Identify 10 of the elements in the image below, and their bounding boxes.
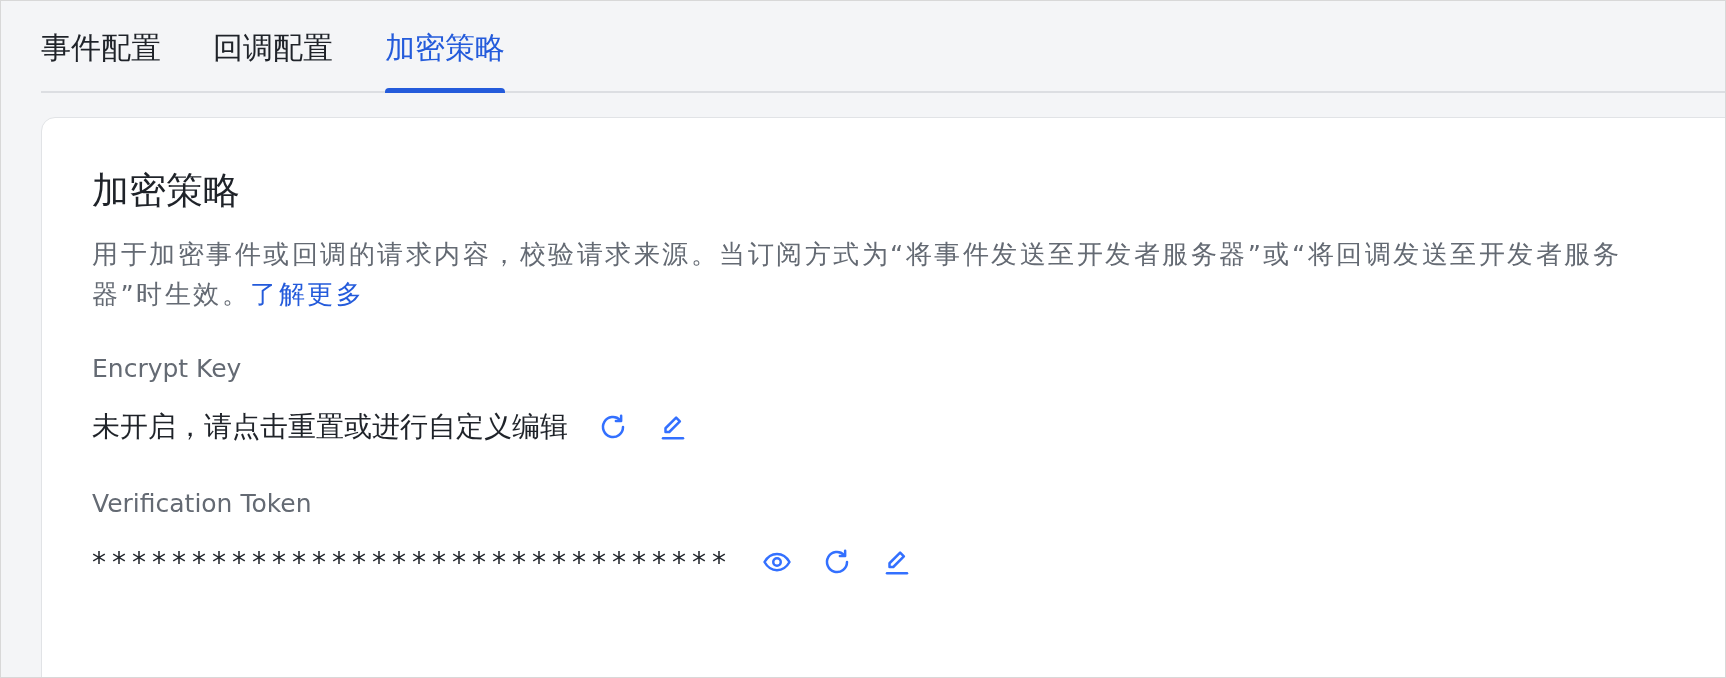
learn-more-link[interactable]: 了解更多 [250, 279, 365, 309]
field-value: 未开启，请点击重置或进行自定义编辑 [92, 409, 568, 445]
tab[interactable]: 事件配置 [41, 28, 161, 91]
description-text: 用于加密事件或回调的请求内容，校验请求来源。当订阅方式为“将事件发送至开发者服务器”或“将回调发送至开发者服务器”时生效。了解更多 [92, 238, 1623, 311]
tab[interactable]: 加密策略 [385, 28, 505, 91]
field-label: Verification Token [92, 489, 313, 518]
tab[interactable]: 回调配置 [213, 28, 333, 91]
field-label: Encrypt Key [92, 354, 243, 383]
section-title: 加密策略 [92, 168, 241, 214]
masked-token: ******************************** [92, 545, 732, 579]
